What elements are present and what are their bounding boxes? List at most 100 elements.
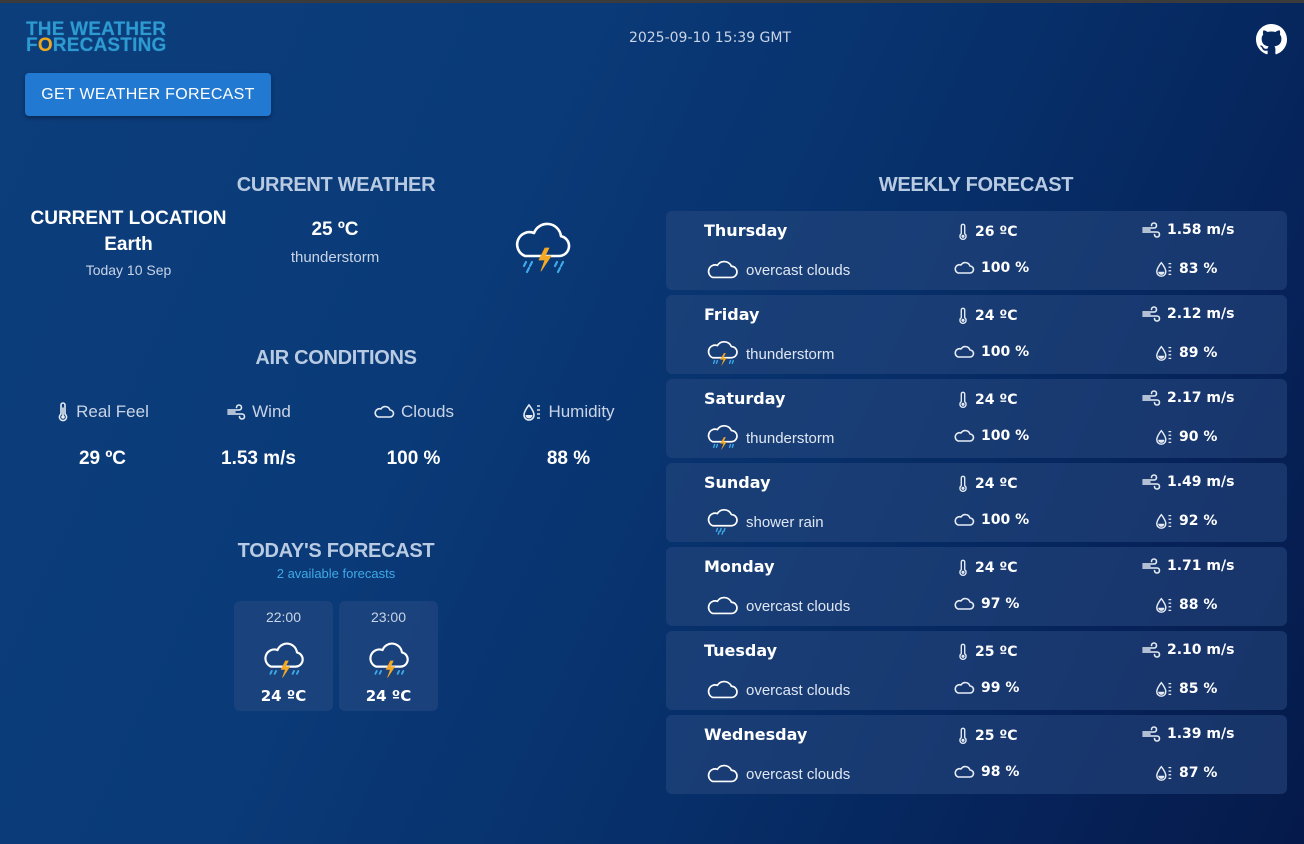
cloud-icon — [954, 513, 975, 526]
wind-icon — [1142, 558, 1161, 574]
overcast-cloud-icon — [707, 260, 738, 279]
forecast-humidity: 83 % — [1155, 259, 1217, 279]
forecast-wind: 2.10 m/s — [1141, 642, 1234, 658]
overcast-cloud-icon — [707, 680, 738, 699]
current-description: thunderstorm — [290, 249, 380, 266]
forecast-temperature: 24 ºC — [957, 474, 1018, 494]
current-datetime: 2025-09-10 15:39 GMT — [628, 30, 792, 46]
thermometer-icon — [58, 402, 68, 422]
github-icon[interactable] — [1256, 24, 1287, 55]
hour-temperature: 24 ºC — [260, 687, 307, 705]
get-weather-forecast-button[interactable]: GET WEATHER FORECAST — [25, 73, 271, 116]
overcast-cloud-icon — [707, 764, 738, 783]
hour-time: 23:00 — [370, 609, 407, 625]
current-location-block: CURRENT LOCATION Earth — [26, 206, 231, 258]
humidity-icon — [1156, 765, 1172, 781]
forecast-description: thunderstorm — [706, 340, 834, 368]
current-location-name: Earth — [104, 234, 153, 255]
hourly-forecast-card: 22:00 24 ºC — [234, 601, 333, 711]
air-wind-value: 1.53 m/s — [221, 448, 296, 469]
air-clouds-label: Clouds — [351, 401, 476, 423]
forecast-day-name: Saturday — [704, 389, 786, 408]
weekly-forecast-row: Wednesday overcast clouds 25 ºC 98 % 1.39 m/… — [666, 715, 1287, 794]
forecast-clouds: 98 % — [953, 764, 1019, 780]
wind-icon — [1142, 390, 1161, 406]
air-conditions-title: AIR CONDITIONS — [255, 347, 417, 369]
thermometer-icon — [959, 643, 967, 660]
current-location-heading: CURRENT LOCATION — [30, 208, 227, 229]
forecast-clouds: 100 % — [953, 260, 1029, 276]
cloud-icon — [374, 405, 395, 418]
weekly-forecast-title: WEEKLY FORECAST — [878, 174, 1074, 196]
current-temperature: 25 ºC — [311, 219, 359, 240]
forecast-clouds: 100 % — [953, 512, 1029, 528]
forecast-wind: 1.58 m/s — [1141, 222, 1234, 238]
cloud-icon — [954, 345, 975, 358]
weekly-forecast-row: Thursday overcast clouds 26 ºC 100 % 1.58 m/… — [666, 211, 1287, 290]
current-date: Today 10 Sep — [85, 262, 172, 278]
thermometer-icon — [959, 223, 967, 240]
forecast-wind: 1.49 m/s — [1141, 474, 1234, 490]
forecast-description: overcast clouds — [706, 592, 850, 620]
forecast-day-name: Wednesday — [704, 725, 808, 744]
forecast-humidity: 85 % — [1155, 679, 1217, 699]
cloud-icon — [954, 261, 975, 274]
humidity-icon — [1156, 261, 1172, 277]
forecast-humidity: 90 % — [1155, 427, 1217, 447]
thermometer-icon — [959, 559, 967, 576]
humidity-icon — [1156, 597, 1172, 613]
air-humidity-value: 88 % — [546, 448, 591, 469]
air-real-feel-value: 29 ºC — [78, 448, 127, 469]
hour-temperature: 24 ºC — [365, 687, 412, 705]
cloud-icon — [954, 597, 975, 610]
hourly-forecast-card: 23:00 24 ºC — [339, 601, 438, 711]
weekly-forecast-row: Saturday thunderstorm 24 ºC 100 % 2.17 m/s 90… — [666, 379, 1287, 458]
forecast-description: thunderstorm — [706, 424, 834, 452]
air-real-feel-label: Real Feel — [40, 401, 165, 423]
humidity-icon — [1156, 429, 1172, 445]
humidity-icon — [1156, 345, 1172, 361]
forecast-humidity: 87 % — [1155, 763, 1217, 783]
forecast-wind: 2.17 m/s — [1141, 390, 1234, 406]
forecast-temperature: 25 ºC — [957, 726, 1018, 746]
forecast-clouds: 99 % — [953, 680, 1019, 696]
cloud-icon — [954, 765, 975, 778]
weekly-forecast-row: Monday overcast clouds 24 ºC 97 % 1.71 m/s 88… — [666, 547, 1287, 626]
cloud-icon — [954, 429, 975, 442]
forecast-humidity: 92 % — [1155, 511, 1217, 531]
forecast-clouds: 97 % — [953, 596, 1019, 612]
air-wind-label: Wind — [196, 401, 321, 423]
cloud-icon — [954, 681, 975, 694]
wind-icon — [1142, 306, 1161, 322]
air-clouds-value: 100 % — [386, 448, 441, 469]
current-weather-title: CURRENT WEATHER — [236, 174, 436, 196]
humidity-icon — [1156, 681, 1172, 697]
forecast-day-name: Monday — [704, 557, 775, 576]
wind-icon — [1142, 474, 1161, 490]
forecast-clouds: 100 % — [953, 344, 1029, 360]
forecast-day-name: Sunday — [704, 473, 771, 492]
weekly-forecast-row: Friday thunderstorm 24 ºC 100 % 2.12 m/s 89 % — [666, 295, 1287, 374]
humidity-icon — [1156, 513, 1172, 529]
forecast-clouds: 100 % — [953, 428, 1029, 444]
wind-icon — [227, 404, 246, 420]
forecast-humidity: 89 % — [1155, 343, 1217, 363]
forecast-day-name: Friday — [704, 305, 760, 324]
thunderstorm-icon — [369, 642, 409, 678]
wind-icon — [1142, 726, 1161, 742]
forecast-day-name: Tuesday — [704, 641, 778, 660]
forecast-description: overcast clouds — [706, 760, 850, 788]
thunderstorm-icon — [264, 642, 304, 678]
hour-time: 22:00 — [265, 609, 302, 625]
humidity-icon — [523, 403, 541, 421]
forecast-temperature: 25 ºC — [957, 642, 1018, 662]
forecast-temperature: 24 ºC — [957, 558, 1018, 578]
app-logo[interactable]: THE WEATHER FORECASTING — [26, 20, 167, 55]
forecast-humidity: 88 % — [1155, 595, 1217, 615]
forecast-temperature: 24 ºC — [957, 390, 1018, 410]
thunderstorm-icon — [707, 341, 738, 367]
forecast-description: overcast clouds — [706, 676, 850, 704]
air-humidity-label: Humidity — [506, 401, 631, 423]
forecast-wind: 2.12 m/s — [1141, 306, 1234, 322]
forecast-temperature: 24 ºC — [957, 306, 1018, 326]
